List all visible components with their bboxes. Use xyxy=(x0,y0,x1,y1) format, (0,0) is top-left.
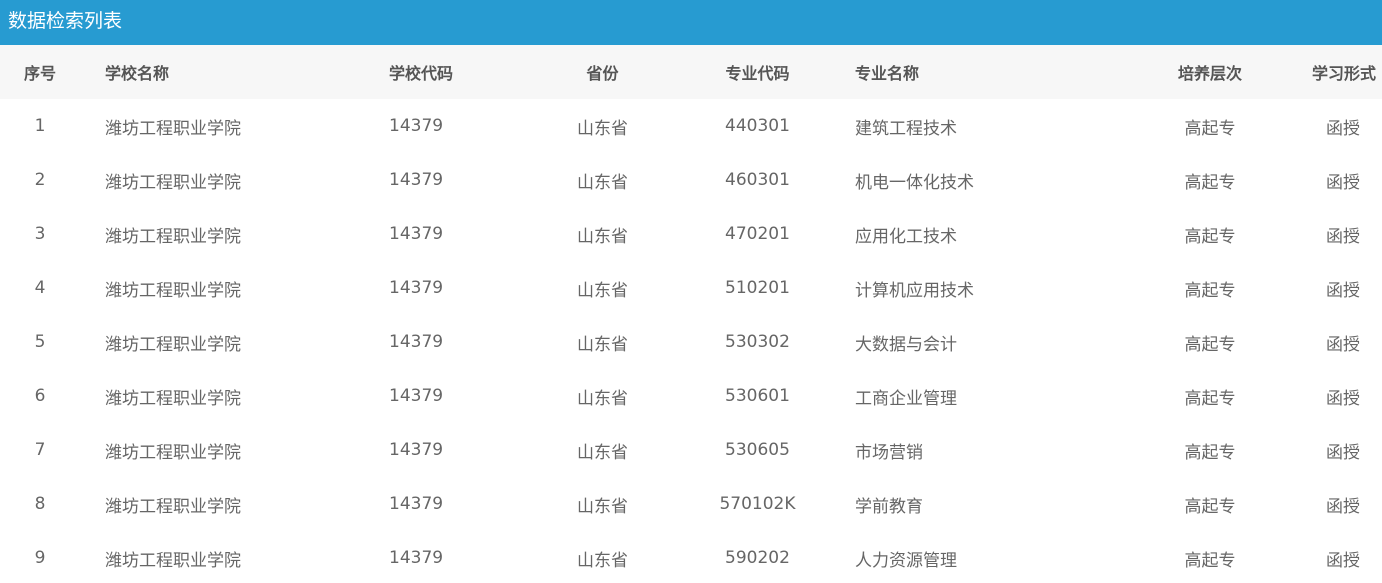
cell-study-form: 函授 xyxy=(1326,442,1360,463)
cell-level: 高起专 xyxy=(1184,550,1236,571)
cell-level: 高起专 xyxy=(1184,388,1236,409)
cell-level: 高起专 xyxy=(1184,334,1236,355)
cell-major-code: 460301 xyxy=(725,170,790,190)
cell-index: 7 xyxy=(34,440,46,460)
cell-major-code: 590202 xyxy=(725,548,790,568)
cell-major-name: 计算机应用技术 xyxy=(855,280,974,301)
panel-header: 数据检索列表 xyxy=(0,0,1382,45)
cell-study-form: 函授 xyxy=(1326,226,1360,247)
cell-province: 山东省 xyxy=(577,496,628,517)
cell-school-code: 14379 xyxy=(389,170,444,190)
cell-school-code: 14379 xyxy=(389,386,444,406)
cell-school-code: 14379 xyxy=(389,548,444,568)
data-table: 序号 学校名称 学校代码 省份 专业代码 专业名称 培养层次 学习形式 1 潍坊… xyxy=(0,45,1382,583)
table-row: 3 潍坊工程职业学院 14379 山东省 470201 应用化工技术 高起专 函… xyxy=(0,207,1382,261)
table-body: 1 潍坊工程职业学院 14379 山东省 440301 建筑工程技术 高起专 函… xyxy=(0,99,1382,583)
column-header-school-name: 学校名称 xyxy=(105,64,170,83)
cell-school-code: 14379 xyxy=(389,494,444,514)
cell-index: 4 xyxy=(34,278,46,298)
cell-province: 山东省 xyxy=(577,550,628,571)
cell-level: 高起专 xyxy=(1184,496,1236,517)
cell-province: 山东省 xyxy=(577,280,628,301)
cell-province: 山东省 xyxy=(577,334,628,355)
table-row: 7 潍坊工程职业学院 14379 山东省 530605 市场营销 高起专 函授 xyxy=(0,423,1382,477)
cell-school-code: 14379 xyxy=(389,332,444,352)
cell-index: 2 xyxy=(34,170,46,190)
panel-title: 数据检索列表 xyxy=(8,10,123,32)
cell-study-form: 函授 xyxy=(1326,388,1360,409)
cell-major-name: 人力资源管理 xyxy=(855,550,957,571)
cell-major-code: 440301 xyxy=(725,116,790,136)
cell-school-name: 潍坊工程职业学院 xyxy=(105,334,241,355)
cell-school-name: 潍坊工程职业学院 xyxy=(105,118,241,139)
cell-level: 高起专 xyxy=(1184,226,1236,247)
cell-school-name: 潍坊工程职业学院 xyxy=(105,280,241,301)
cell-level: 高起专 xyxy=(1184,172,1236,193)
cell-school-code: 14379 xyxy=(389,224,444,244)
column-header-level: 培养层次 xyxy=(1177,64,1242,83)
table-row: 5 潍坊工程职业学院 14379 山东省 530302 大数据与会计 高起专 函… xyxy=(0,315,1382,369)
cell-major-name: 建筑工程技术 xyxy=(855,118,957,139)
cell-study-form: 函授 xyxy=(1326,280,1360,301)
cell-province: 山东省 xyxy=(577,172,628,193)
cell-major-name: 应用化工技术 xyxy=(855,226,957,247)
cell-major-name: 机电一体化技术 xyxy=(855,172,974,193)
cell-index: 1 xyxy=(34,116,46,136)
table-row: 8 潍坊工程职业学院 14379 山东省 570102K 学前教育 高起专 函授 xyxy=(0,477,1382,531)
cell-school-name: 潍坊工程职业学院 xyxy=(105,388,241,409)
cell-study-form: 函授 xyxy=(1326,496,1360,517)
cell-school-code: 14379 xyxy=(389,278,444,298)
column-header-index: 序号 xyxy=(23,64,56,83)
cell-major-code: 570102K xyxy=(719,494,796,514)
column-header-province: 省份 xyxy=(586,64,619,83)
cell-study-form: 函授 xyxy=(1326,118,1360,139)
cell-school-name: 潍坊工程职业学院 xyxy=(105,550,241,571)
cell-province: 山东省 xyxy=(577,388,628,409)
column-header-major-code: 专业代码 xyxy=(725,64,790,83)
cell-school-code: 14379 xyxy=(389,116,444,136)
table-row: 1 潍坊工程职业学院 14379 山东省 440301 建筑工程技术 高起专 函… xyxy=(0,99,1382,153)
cell-school-code: 14379 xyxy=(389,440,444,460)
cell-level: 高起专 xyxy=(1184,442,1236,463)
cell-index: 3 xyxy=(34,224,46,244)
cell-province: 山东省 xyxy=(577,118,628,139)
cell-school-name: 潍坊工程职业学院 xyxy=(105,442,241,463)
cell-study-form: 函授 xyxy=(1326,172,1360,193)
cell-major-code: 530601 xyxy=(725,386,790,406)
table-head: 序号 学校名称 学校代码 省份 专业代码 专业名称 培养层次 学习形式 xyxy=(0,45,1382,99)
table-row: 4 潍坊工程职业学院 14379 山东省 510201 计算机应用技术 高起专 … xyxy=(0,261,1382,315)
cell-level: 高起专 xyxy=(1184,280,1236,301)
cell-major-code: 470201 xyxy=(725,224,790,244)
cell-index: 6 xyxy=(34,386,46,406)
cell-level: 高起专 xyxy=(1184,118,1236,139)
column-header-study-form: 学习形式 xyxy=(1311,64,1376,83)
cell-study-form: 函授 xyxy=(1326,334,1360,355)
cell-major-code: 510201 xyxy=(725,278,790,298)
cell-major-name: 学前教育 xyxy=(855,496,923,517)
cell-index: 5 xyxy=(34,332,46,352)
table-header-row: 序号 学校名称 学校代码 省份 专业代码 专业名称 培养层次 学习形式 xyxy=(0,45,1382,99)
cell-major-name: 市场营销 xyxy=(855,442,923,463)
cell-major-code: 530302 xyxy=(725,332,790,352)
table-row: 9 潍坊工程职业学院 14379 山东省 590202 人力资源管理 高起专 函… xyxy=(0,531,1382,583)
column-header-school-code: 学校代码 xyxy=(389,64,454,83)
cell-major-name: 工商企业管理 xyxy=(855,388,957,409)
cell-school-name: 潍坊工程职业学院 xyxy=(105,172,241,193)
cell-major-name: 大数据与会计 xyxy=(855,334,957,355)
table-row: 6 潍坊工程职业学院 14379 山东省 530601 工商企业管理 高起专 函… xyxy=(0,369,1382,423)
cell-school-name: 潍坊工程职业学院 xyxy=(105,496,241,517)
cell-school-name: 潍坊工程职业学院 xyxy=(105,226,241,247)
table-row: 2 潍坊工程职业学院 14379 山东省 460301 机电一体化技术 高起专 … xyxy=(0,153,1382,207)
column-header-major-name: 专业名称 xyxy=(855,64,920,83)
cell-study-form: 函授 xyxy=(1326,550,1360,571)
cell-index: 9 xyxy=(34,548,46,568)
cell-province: 山东省 xyxy=(577,442,628,463)
cell-province: 山东省 xyxy=(577,226,628,247)
cell-major-code: 530605 xyxy=(725,440,790,460)
cell-index: 8 xyxy=(34,494,46,514)
